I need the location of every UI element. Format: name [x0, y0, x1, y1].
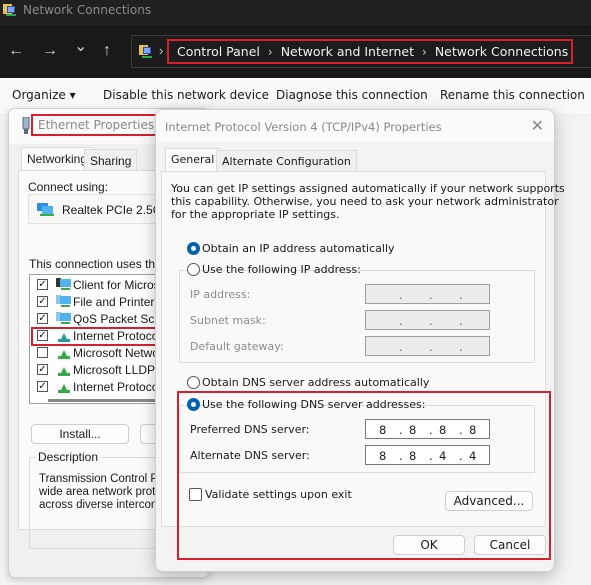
breadcrumb-separator: › — [159, 43, 164, 58]
title-bar: Network Connections — [0, 0, 591, 25]
checkbox-checked[interactable]: ✓ — [37, 364, 48, 375]
address-bar[interactable]: › Control Panel › Network and Internet ›… — [131, 35, 591, 68]
window-title: Network Connections — [23, 3, 152, 17]
intro-line: You can get IP settings assigned automat… — [171, 182, 565, 195]
breadcrumb-control-panel[interactable]: Control Panel — [177, 44, 260, 59]
checkbox-unchecked — [189, 488, 202, 501]
organize-menu[interactable]: Organize ▾ — [12, 88, 76, 102]
checkbox-label: Validate settings upon exit — [205, 488, 352, 501]
network-service-icon — [56, 312, 71, 324]
subnet-mask-label: Subnet mask: — [190, 314, 266, 327]
dialog-title: Internet Protocol Version 4 (TCP/IPv4) P… — [165, 120, 442, 134]
radio-selected-icon — [187, 242, 200, 255]
octet: 8 — [379, 423, 387, 437]
network-connections-icon — [3, 4, 16, 16]
ip-address-input[interactable]: ... — [365, 284, 490, 304]
rename-connection-button[interactable]: Rename this connection — [440, 88, 585, 102]
protocol-icon — [58, 367, 70, 376]
description-label: Description — [35, 450, 102, 464]
close-icon[interactable]: ✕ — [531, 116, 544, 135]
octet: 4 — [469, 449, 477, 463]
advanced-button[interactable]: Advanced... — [445, 491, 533, 511]
octet: 8 — [409, 449, 417, 463]
default-gateway-input[interactable]: ... — [365, 336, 490, 356]
connect-using-label: Connect using: — [28, 180, 109, 194]
octet: 8 — [439, 423, 447, 437]
tab-networking[interactable]: Networking — [21, 147, 94, 171]
dialog-title: Ethernet Properties — [31, 114, 162, 136]
breadcrumb-separator[interactable]: › — [422, 45, 427, 59]
control-panel-icon — [139, 45, 152, 58]
alternate-dns-input[interactable]: 8 . 8 . 4 . 4 — [365, 445, 490, 465]
protocol-icon — [58, 333, 70, 342]
breadcrumb-network-connections[interactable]: Network Connections — [435, 44, 568, 59]
radio-label: Use the following DNS server addresses: — [202, 398, 426, 411]
breadcrumb-separator[interactable]: › — [268, 45, 273, 59]
recent-locations-chevron-icon[interactable]: ⌄ — [74, 37, 87, 57]
octet: 8 — [469, 423, 477, 437]
diagnose-connection-button[interactable]: Diagnose this connection — [276, 88, 428, 102]
checkbox-checked[interactable]: ✓ — [37, 296, 48, 307]
preferred-dns-input[interactable]: 8 . 8 . 8 . 8 — [365, 419, 490, 439]
protocol-icon — [58, 384, 70, 393]
navigation-bar: ← → ⌄ ↑ › Control Panel › Network and In… — [0, 25, 591, 78]
tab-general[interactable]: General — [165, 148, 221, 172]
subnet-mask-input[interactable]: ... — [365, 310, 490, 330]
radio-unselected-icon — [187, 376, 200, 389]
ipv4-properties-dialog: Internet Protocol Version 4 (TCP/IPv4) P… — [155, 109, 565, 572]
checkbox-checked[interactable]: ✓ — [37, 279, 48, 290]
checkbox-unchecked[interactable] — [37, 347, 48, 358]
cancel-button[interactable]: Cancel — [474, 535, 546, 555]
ok-button[interactable]: OK — [393, 535, 465, 555]
intro-line: for the appropriate IP settings. — [171, 208, 340, 221]
tab-alternate-configuration[interactable]: Alternate Configuration — [216, 150, 357, 172]
octet: 8 — [409, 423, 417, 437]
radio-label: Use the following IP address: — [202, 263, 361, 276]
octet: 8 — [379, 449, 387, 463]
alternate-dns-label: Alternate DNS server: — [190, 449, 310, 462]
octet: 4 — [439, 449, 447, 463]
radio-selected-icon — [187, 398, 200, 411]
default-gateway-label: Default gateway: — [190, 340, 284, 353]
dialog-header: Internet Protocol Version 4 (TCP/IPv4) P… — [156, 110, 554, 142]
up-arrow-icon[interactable]: ↑ — [103, 41, 111, 61]
intro-text: You can get IP settings assigned automat… — [171, 182, 565, 221]
preferred-dns-label: Preferred DNS server: — [190, 423, 310, 436]
disable-device-button[interactable]: Disable this network device — [103, 88, 269, 102]
back-arrow-icon[interactable]: ← — [8, 41, 24, 61]
network-adapter-icon — [37, 203, 54, 216]
radio-label: Obtain DNS server address automatically — [202, 376, 430, 389]
radio-unselected-icon — [187, 263, 200, 276]
network-service-icon — [56, 295, 71, 307]
checkbox-checked[interactable]: ✓ — [37, 381, 48, 392]
install-button[interactable]: Install... — [31, 424, 129, 444]
breadcrumb: Control Panel › Network and Internet › N… — [167, 39, 574, 64]
checkbox-checked[interactable]: ✓ — [37, 330, 48, 341]
ethernet-plug-icon — [22, 117, 30, 134]
ip-address-label: IP address: — [190, 288, 251, 301]
checkbox-checked[interactable]: ✓ — [37, 313, 48, 324]
intro-line: this capability. Otherwise, you need to … — [171, 195, 559, 208]
forward-arrow-icon[interactable]: → — [42, 41, 58, 61]
breadcrumb-network-and-internet[interactable]: Network and Internet — [281, 44, 414, 59]
radio-label: Obtain an IP address automatically — [202, 242, 395, 255]
list-item-selected[interactable]: ✓ Internet Protocol Version 4 (TCP/IPv4) — [31, 327, 209, 346]
tab-sharing[interactable]: Sharing — [84, 149, 138, 171]
network-client-icon — [56, 278, 71, 290]
protocol-icon — [58, 350, 70, 359]
